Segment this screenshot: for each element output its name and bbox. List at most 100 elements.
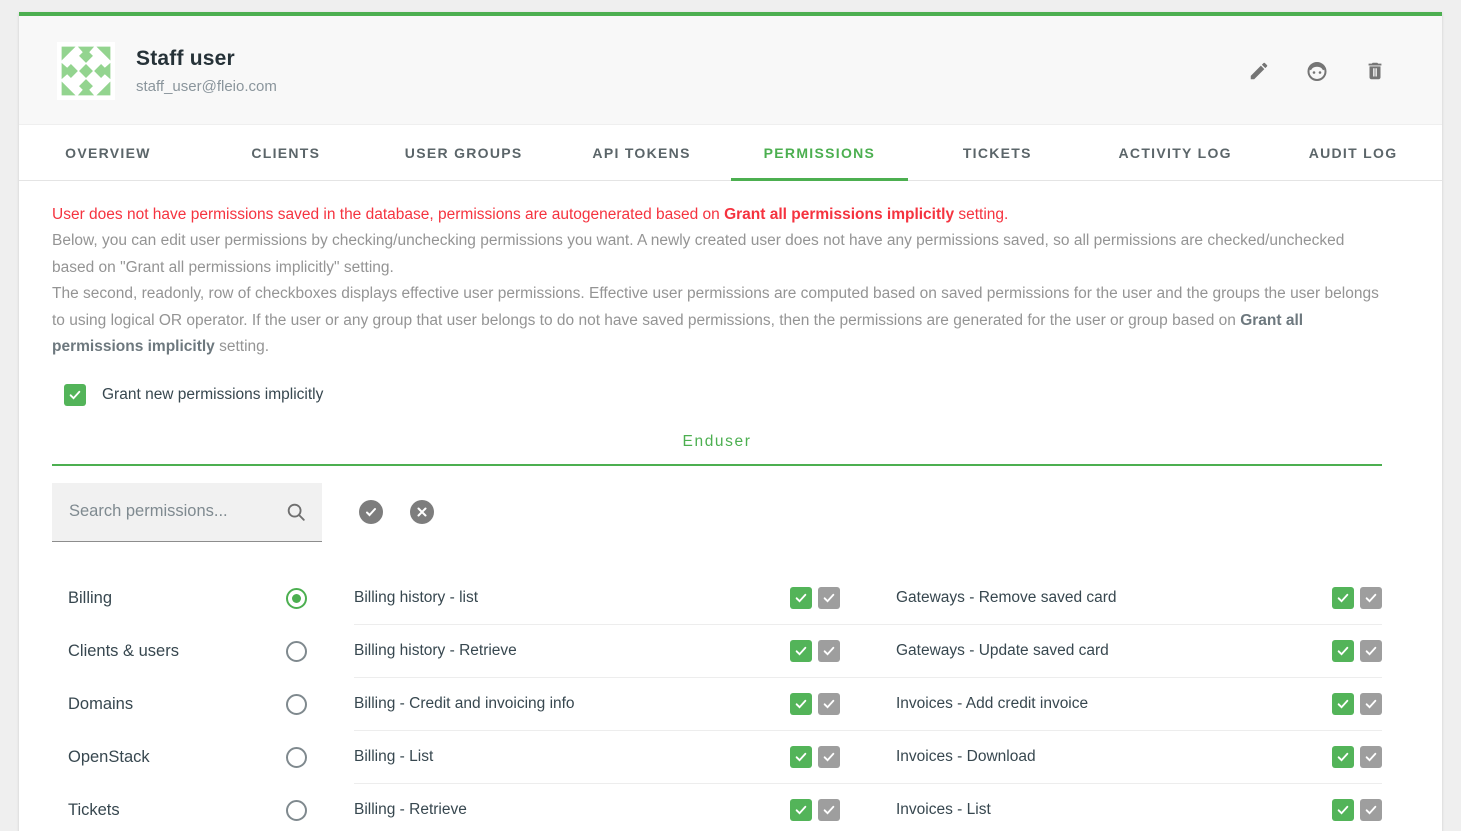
tab-tickets[interactable]: TICKETS <box>908 125 1086 181</box>
pencil-icon <box>1248 60 1270 82</box>
tab-permissions[interactable]: PERMISSIONS <box>731 125 909 181</box>
category-tickets[interactable]: Tickets <box>52 784 324 831</box>
permissions-main: Billing Clients & users Domains OpenStac… <box>52 572 1382 831</box>
radio-icon[interactable] <box>286 747 307 768</box>
permissions-panel: User does not have permissions saved in … <box>19 202 1442 831</box>
enduser-section-divider <box>52 464 1382 466</box>
category-domains[interactable]: Domains <box>52 678 324 731</box>
effective-permission-checkbox <box>1360 587 1382 609</box>
tab-api-tokens[interactable]: API TOKENS <box>553 125 731 181</box>
permission-rows: Billing history - list Gateways - Remove… <box>354 572 1382 831</box>
category-label: Domains <box>68 695 286 714</box>
check-icon <box>1364 644 1378 658</box>
check-icon <box>794 750 808 764</box>
permission-cell: Billing - Retrieve <box>354 799 840 821</box>
radio-icon[interactable] <box>286 641 307 662</box>
effective-permission-checkbox <box>1360 640 1382 662</box>
search-permissions-input[interactable] <box>69 502 285 521</box>
tab-activity-log[interactable]: ACTIVITY LOG <box>1086 125 1264 181</box>
permission-label: Billing - List <box>354 748 790 766</box>
category-list: Billing Clients & users Domains OpenStac… <box>52 572 324 831</box>
saved-permission-checkbox[interactable] <box>790 587 812 609</box>
check-icon <box>1336 750 1350 764</box>
uncheck-all-button[interactable] <box>410 500 434 524</box>
permission-label: Gateways - Remove saved card <box>896 589 1332 607</box>
page-title: Staff user <box>136 47 277 71</box>
permission-cell: Billing - Credit and invoicing info <box>354 693 840 715</box>
permission-label: Billing history - Retrieve <box>354 642 790 660</box>
permission-cell: Gateways - Remove saved card <box>896 587 1382 609</box>
effective-permission-checkbox <box>818 640 840 662</box>
check-icon <box>1336 644 1350 658</box>
permission-row: Billing - List Invoices - Download <box>354 731 1382 784</box>
check-icon <box>1364 803 1378 817</box>
saved-permission-checkbox[interactable] <box>790 746 812 768</box>
check-icon <box>1336 591 1350 605</box>
check-icon <box>822 591 836 605</box>
radio-selected-icon[interactable] <box>286 588 307 609</box>
check-circle-icon <box>365 506 377 518</box>
check-icon <box>1336 697 1350 711</box>
tab-clients[interactable]: CLIENTS <box>197 125 375 181</box>
check-icon <box>1364 697 1378 711</box>
radio-icon[interactable] <box>286 694 307 715</box>
category-billing[interactable]: Billing <box>52 572 324 625</box>
tab-user-groups[interactable]: USER GROUPS <box>375 125 553 181</box>
permission-label: Billing - Credit and invoicing info <box>354 695 790 713</box>
grant-implicitly-label: Grant new permissions implicitly <box>102 386 323 404</box>
check-icon <box>68 388 82 402</box>
permission-label: Invoices - List <box>896 801 1332 819</box>
radio-icon[interactable] <box>286 800 307 821</box>
grant-implicitly-row: Grant new permissions implicitly <box>64 384 1382 406</box>
close-circle-icon <box>416 506 428 518</box>
user-email: staff_user@fleio.com <box>136 78 277 95</box>
permissions-description-2: The second, readonly, row of checkboxes … <box>52 281 1382 361</box>
permission-cell: Billing history - Retrieve <box>354 640 840 662</box>
tab-audit-log[interactable]: AUDIT LOG <box>1264 125 1442 181</box>
user-identicon-avatar <box>57 42 115 100</box>
edit-user-button[interactable] <box>1246 58 1272 84</box>
permission-label: Billing - Retrieve <box>354 801 790 819</box>
check-icon <box>822 750 836 764</box>
permissions-description-1: Below, you can edit user permissions by … <box>52 228 1382 281</box>
permission-label: Invoices - Download <box>896 748 1332 766</box>
search-icon <box>285 501 307 523</box>
saved-permission-checkbox[interactable] <box>1332 640 1354 662</box>
tab-overview[interactable]: OVERVIEW <box>19 125 197 181</box>
permission-row: Billing - Retrieve Invoices - List <box>354 784 1382 831</box>
permission-cell: Billing - List <box>354 746 840 768</box>
saved-permission-checkbox[interactable] <box>1332 587 1354 609</box>
check-all-button[interactable] <box>359 500 383 524</box>
impersonate-user-button[interactable] <box>1303 57 1331 85</box>
saved-permission-checkbox[interactable] <box>790 799 812 821</box>
permission-row: Billing history - Retrieve Gateways - Up… <box>354 625 1382 678</box>
effective-permission-checkbox <box>1360 746 1382 768</box>
effective-permission-checkbox <box>818 693 840 715</box>
category-clients-users[interactable]: Clients & users <box>52 625 324 678</box>
saved-permission-checkbox[interactable] <box>1332 799 1354 821</box>
face-icon <box>1305 59 1329 83</box>
grant-implicitly-checkbox[interactable] <box>64 384 86 406</box>
check-icon <box>822 803 836 817</box>
category-label: Billing <box>68 589 286 608</box>
saved-permission-checkbox[interactable] <box>1332 693 1354 715</box>
search-permissions-box <box>52 483 322 542</box>
effective-permission-checkbox <box>818 587 840 609</box>
user-tabs: OVERVIEW CLIENTS USER GROUPS API TOKENS … <box>19 125 1442 181</box>
permission-cell: Invoices - Add credit invoice <box>896 693 1382 715</box>
category-label: OpenStack <box>68 748 286 767</box>
delete-user-button[interactable] <box>1362 58 1388 84</box>
saved-permission-checkbox[interactable] <box>790 640 812 662</box>
effective-permission-checkbox <box>818 746 840 768</box>
permission-label: Gateways - Update saved card <box>896 642 1332 660</box>
category-openstack[interactable]: OpenStack <box>52 731 324 784</box>
enduser-section-title: Enduser <box>52 433 1382 451</box>
permission-label: Invoices - Add credit invoice <box>896 695 1332 713</box>
permission-cell: Billing history - list <box>354 587 840 609</box>
saved-permission-checkbox[interactable] <box>790 693 812 715</box>
effective-permission-checkbox <box>1360 799 1382 821</box>
check-icon <box>1336 803 1350 817</box>
permission-row: Billing history - list Gateways - Remove… <box>354 572 1382 625</box>
saved-permission-checkbox[interactable] <box>1332 746 1354 768</box>
check-icon <box>794 697 808 711</box>
